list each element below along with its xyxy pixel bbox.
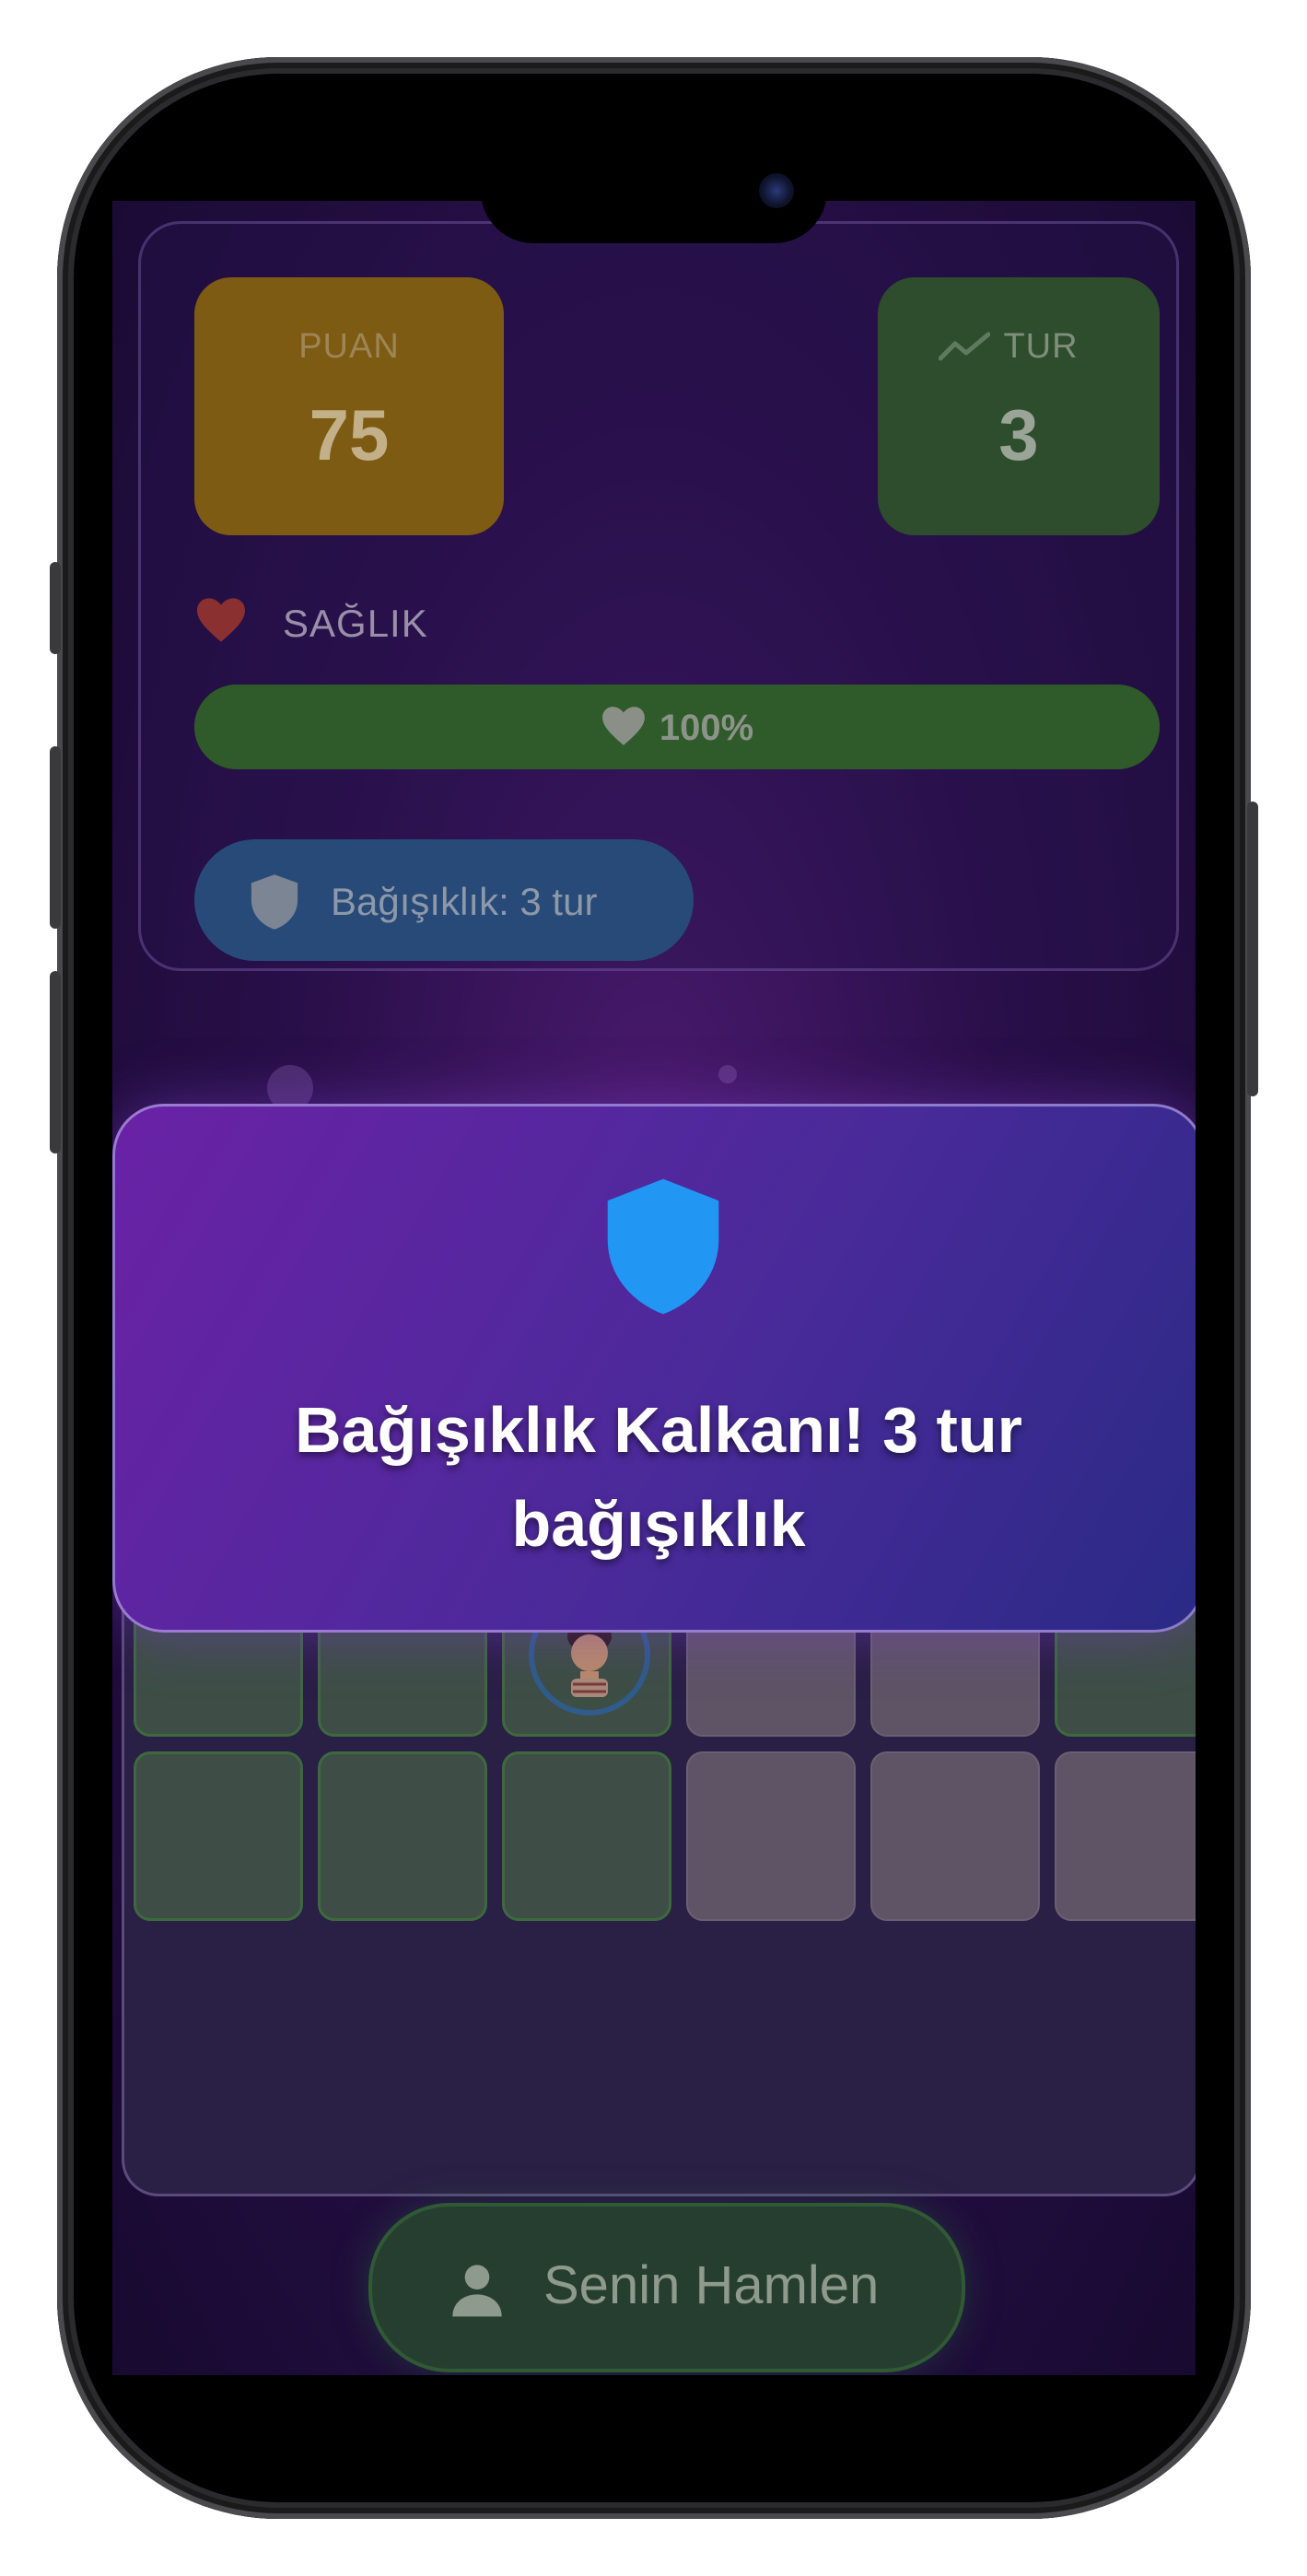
immunity-badge: Bağışıklık: 3 tur	[194, 839, 694, 961]
health-percent: 100%	[659, 708, 754, 748]
action-button	[50, 562, 61, 654]
immunity-toast: Bağışıklık Kalkanı! 3 tur bağışıklık	[112, 1104, 1196, 1633]
turn-label: TUR	[1003, 327, 1079, 366]
heart-icon	[601, 707, 645, 745]
person-icon	[452, 2265, 502, 2317]
status-panel: PUAN 75 TUR 3 SAĞLIK 100% Bağışıklık: 3 …	[138, 221, 1179, 971]
board-cell[interactable]	[318, 1751, 487, 1921]
your-move-button[interactable]: Senin Hamlen	[368, 2203, 965, 2372]
heart-icon	[197, 598, 245, 642]
board-cell[interactable]	[1055, 1751, 1196, 1921]
volume-up-button	[50, 746, 61, 929]
score-card: PUAN 75	[194, 277, 504, 535]
board-cell[interactable]	[134, 1751, 303, 1921]
turn-card: TUR 3	[878, 277, 1160, 535]
decorative-bubble	[718, 1065, 737, 1083]
volume-down-button	[50, 971, 61, 1153]
game-screen: PUAN 75 TUR 3 SAĞLIK 100% Bağışıklık: 3 …	[112, 201, 1196, 2375]
score-value: 75	[309, 394, 390, 475]
turn-value: 3	[998, 394, 1039, 475]
dynamic-island	[481, 138, 827, 243]
board-cell[interactable]	[502, 1751, 671, 1921]
health-bar-content: 100%	[194, 705, 1160, 749]
immunity-text: Bağışıklık: 3 tur	[331, 880, 598, 923]
phone-bezel: PUAN 75 TUR 3 SAĞLIK 100% Bağışıklık: 3 …	[74, 74, 1234, 2502]
power-button	[1247, 802, 1258, 1096]
health-bar: 100%	[194, 685, 1160, 769]
health-label: SAĞLIK	[283, 602, 428, 645]
shield-icon	[251, 874, 298, 930]
camera-icon	[759, 173, 794, 208]
board-cell[interactable]	[686, 1751, 856, 1921]
toast-message: Bağışıklık Kalkanı! 3 tur bağışıklık	[295, 1394, 1022, 1560]
shield-icon	[607, 1178, 719, 1315]
your-move-label: Senin Hamlen	[543, 2255, 880, 2315]
score-label: PUAN	[298, 327, 400, 366]
board-cell[interactable]	[870, 1751, 1040, 1921]
